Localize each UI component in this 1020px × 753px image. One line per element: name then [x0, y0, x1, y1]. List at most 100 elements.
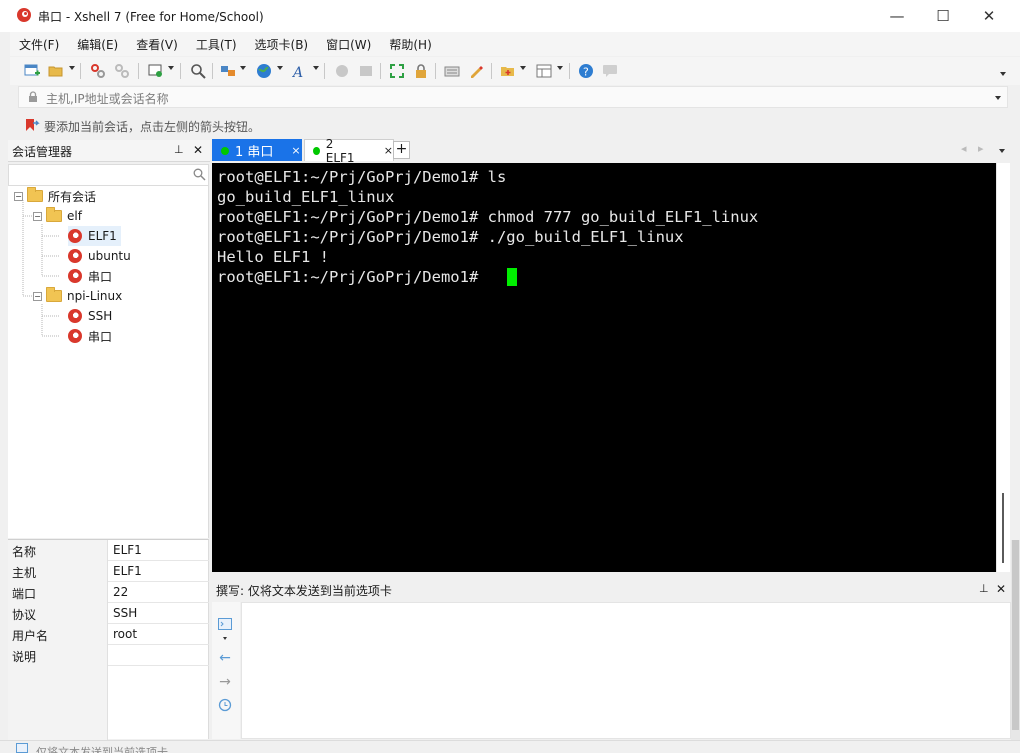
- chat-icon[interactable]: [600, 61, 620, 81]
- help-icon[interactable]: ?: [576, 61, 596, 81]
- property-key-filler: [8, 666, 108, 740]
- connected-status-icon: [221, 146, 229, 155]
- terminal-line: root@ELF1:~/Prj/GoPrj/Demo1# chmod 777 g…: [217, 208, 759, 226]
- chevron-down-icon[interactable]: [313, 66, 319, 70]
- record-icon[interactable]: [356, 61, 376, 81]
- properties-icon[interactable]: [146, 61, 166, 81]
- open-folder-icon[interactable]: [46, 61, 66, 81]
- tree-folder-elf[interactable]: − elf: [33, 206, 82, 226]
- session-search-input[interactable]: [8, 164, 209, 186]
- property-row: 主机 ELF1: [8, 561, 209, 582]
- property-row: 端口 22: [8, 582, 209, 603]
- chevron-down-icon[interactable]: [520, 66, 526, 70]
- minimize-button[interactable]: —: [874, 0, 920, 32]
- script-icon[interactable]: [332, 61, 352, 81]
- tree-folder-npi-linux[interactable]: − npi-Linux: [33, 286, 122, 306]
- chevron-down-icon[interactable]: [277, 66, 283, 70]
- tree-session-ubuntu[interactable]: ubuntu: [68, 246, 131, 266]
- keyboard-icon[interactable]: [442, 61, 462, 81]
- chevron-down-icon[interactable]: [557, 66, 563, 70]
- disconnect-icon[interactable]: [112, 61, 132, 81]
- svg-text:?: ?: [583, 66, 589, 79]
- folder-icon: [46, 287, 62, 302]
- new-tab-button[interactable]: +: [393, 141, 410, 159]
- menu-view[interactable]: 查看(V): [127, 36, 187, 53]
- new-tab-icon[interactable]: [498, 61, 518, 81]
- tree-root[interactable]: − 所有会话: [14, 186, 96, 206]
- close-icon[interactable]: ✕: [193, 143, 203, 157]
- chevron-down-icon[interactable]: [69, 66, 75, 70]
- address-input[interactable]: 主机,IP地址或会话名称: [46, 90, 169, 107]
- close-icon[interactable]: ✕: [996, 582, 1006, 596]
- lock-icon[interactable]: [411, 61, 431, 81]
- globe-icon[interactable]: [254, 61, 274, 81]
- tab-scroll-left-icon[interactable]: ◂: [961, 142, 967, 155]
- collapse-icon[interactable]: −: [14, 191, 23, 201]
- highlight-icon[interactable]: [466, 61, 486, 81]
- menu-file[interactable]: 文件(F): [10, 36, 68, 53]
- close-icon[interactable]: ×: [291, 144, 300, 157]
- scrollbar-thumb[interactable]: [1002, 493, 1004, 563]
- chevron-down-icon[interactable]: [995, 96, 1001, 100]
- tab-list-chevron-icon[interactable]: [999, 149, 1005, 153]
- fullscreen-icon[interactable]: [387, 61, 407, 81]
- arrow-right-icon[interactable]: →: [217, 674, 233, 690]
- tree-session-ssh[interactable]: SSH: [68, 306, 112, 326]
- collapse-icon[interactable]: −: [33, 291, 42, 301]
- tab-elf1[interactable]: 2 ELF1 ×: [304, 137, 394, 165]
- tree-root-label: 所有会话: [48, 189, 97, 204]
- session-tree: − 所有会话 − elf ELF1 ubuntu 串口 − npi-Linux …: [8, 186, 209, 538]
- font-icon[interactable]: A: [290, 61, 310, 81]
- chevron-down-icon[interactable]: [168, 66, 174, 70]
- property-value: SSH: [113, 606, 138, 620]
- menu-edit[interactable]: 编辑(E): [68, 36, 127, 53]
- chevron-down-icon[interactable]: [223, 637, 227, 640]
- toolbar-overflow-icon[interactable]: [1000, 72, 1006, 76]
- search-icon[interactable]: [193, 168, 206, 181]
- menu-tabs[interactable]: 选项卡(B): [246, 36, 318, 53]
- clock-icon[interactable]: [217, 697, 233, 713]
- arrow-left-icon[interactable]: ←: [217, 650, 233, 666]
- address-bar[interactable]: 主机,IP地址或会话名称: [18, 86, 1008, 108]
- scrollbar-thumb[interactable]: [1012, 540, 1019, 730]
- terminal-send-icon[interactable]: [217, 616, 233, 632]
- tree-session-serial-2[interactable]: 串口: [68, 326, 112, 346]
- pin-icon[interactable]: ⊥: [979, 582, 989, 595]
- title-bar: 串口 - Xshell 7 (Free for Home/School) — ☐…: [0, 0, 1020, 32]
- session-icon: [68, 329, 82, 343]
- tab-strip: 1 串口 × 2 ELF1 × + ◂ ▸: [211, 137, 1020, 165]
- maximize-button[interactable]: ☐: [920, 0, 966, 32]
- new-session-icon[interactable]: [22, 61, 42, 81]
- terminal-scrollbar[interactable]: [996, 163, 1010, 572]
- menu-tools[interactable]: 工具(T): [187, 36, 246, 53]
- tree-session-label: ELF1: [88, 229, 117, 243]
- session-icon: [68, 229, 82, 243]
- close-button[interactable]: ✕: [966, 0, 1012, 32]
- terminal-line: root@ELF1:~/Prj/GoPrj/Demo1# ./go_build_…: [217, 228, 684, 246]
- tab-scroll-right-icon[interactable]: ▸: [978, 142, 984, 155]
- hint-bar: 要添加当前会话，点击左侧的箭头按钮。: [10, 113, 1020, 137]
- collapse-icon[interactable]: −: [33, 211, 42, 221]
- connect-icon[interactable]: [88, 61, 108, 81]
- find-icon[interactable]: [188, 61, 208, 81]
- separator: [80, 63, 81, 79]
- terminal-line: go_build_ELF1_linux: [217, 188, 395, 206]
- bookmark-arrow-icon[interactable]: [24, 118, 40, 132]
- close-icon[interactable]: ×: [384, 144, 393, 157]
- separator: [180, 63, 181, 79]
- separator: [212, 63, 213, 79]
- terminal[interactable]: root@ELF1:~/Prj/GoPrj/Demo1# ls go_build…: [212, 163, 996, 572]
- tree-session-serial[interactable]: 串口: [68, 266, 112, 286]
- session-properties: 名称 ELF1 主机 ELF1 端口 22 协议 SSH 用户名 root 说明: [8, 539, 209, 740]
- compose-input[interactable]: [241, 602, 1011, 739]
- chevron-down-icon[interactable]: [240, 66, 246, 70]
- pin-icon[interactable]: ⊥: [174, 143, 184, 156]
- tab-serial[interactable]: 1 串口 ×: [212, 139, 302, 161]
- layout-icon[interactable]: [534, 61, 554, 81]
- menu-help[interactable]: 帮助(H): [380, 36, 440, 53]
- tree-session-elf1[interactable]: ELF1: [68, 226, 121, 246]
- transfer-icon[interactable]: [218, 61, 238, 81]
- menu-window[interactable]: 窗口(W): [317, 36, 380, 53]
- property-key: 名称: [8, 540, 108, 561]
- compose-header: 撰写: 仅将文本发送到当前选项卡 ⊥ ✕: [212, 578, 1010, 600]
